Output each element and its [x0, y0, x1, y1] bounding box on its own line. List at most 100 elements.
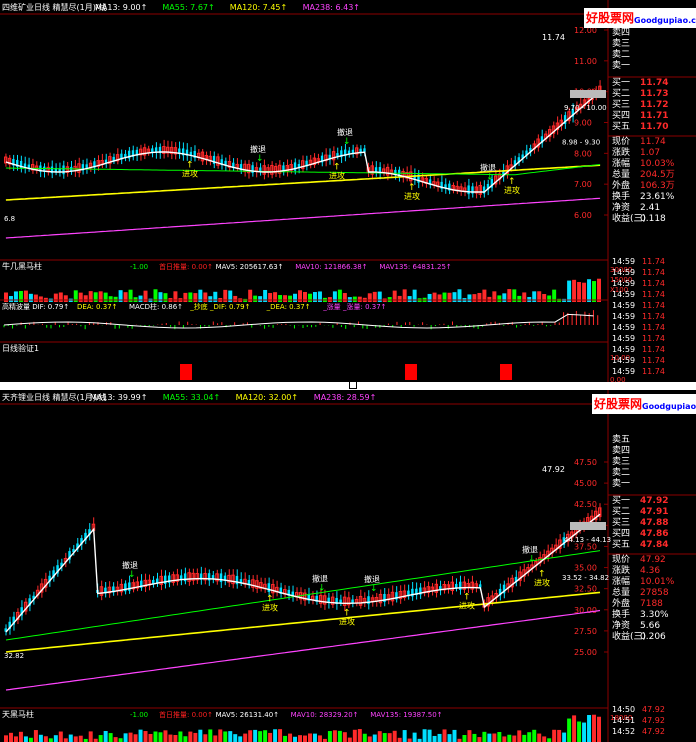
volume-bar [392, 730, 397, 742]
stat-value: 10.03% [640, 159, 675, 169]
price-tick-label: 25.00 [574, 648, 597, 657]
volume-bar [337, 730, 342, 742]
volume-bar [203, 292, 208, 302]
candle-down [439, 586, 442, 590]
volume-bar [432, 735, 437, 742]
volume-bar [143, 731, 148, 742]
stat-value: 10.01% [640, 577, 675, 587]
candle-down [467, 185, 470, 195]
candle-down [478, 584, 482, 588]
price-tick-label: 8.00 [574, 149, 592, 158]
entry-attack-label: 进攻 [459, 601, 475, 611]
tick-time: 14:59 [612, 290, 635, 299]
tick-time: 14:59 [612, 301, 635, 310]
ask-label: 卖四 [612, 445, 630, 456]
volume-bar [288, 295, 293, 302]
volume-bar [253, 295, 258, 302]
bid-price: 47.86 [640, 529, 668, 539]
resize-handle[interactable] [349, 381, 357, 389]
stat-label: 涨幅 [612, 575, 630, 587]
subpanel-legend-4: MAV135: 19387.50↑ [370, 711, 442, 719]
watermark-sub: Goodgupiao.com [634, 16, 696, 25]
volume-bar [477, 737, 482, 742]
tick-price: 11.74 [642, 356, 665, 365]
subpanel-legend-4: MAV135: 64831.25↑ [379, 263, 451, 271]
stat-value: 5.66 [640, 621, 660, 631]
signal-down-arrow-icon: ↓ [343, 137, 351, 147]
volume-bar [278, 295, 283, 302]
volume-bar [58, 292, 63, 302]
volume-bar [233, 295, 238, 302]
volume-bar [103, 292, 108, 302]
volume-bar [582, 282, 587, 302]
stat-label: 涨幅 [612, 157, 630, 169]
bottom-chart-canvas[interactable]: 天齐锂业日线 精慧尽(1月)/线MA13: 39.99↑ MA55: 33.04↑… [0, 390, 696, 742]
volume-bar [228, 731, 233, 742]
volume-bar [258, 731, 263, 742]
volume-bar [397, 295, 402, 302]
volume-bar [33, 294, 38, 302]
volume-bar [507, 734, 512, 742]
volume-bar [258, 296, 263, 302]
top-chart-canvas[interactable]: 四维矿业日线 精慧尽(1月)/线MA13: 9.00↑ MA55: 7.67↑ MA… [0, 0, 696, 382]
top-chart-panel[interactable]: 四维矿业日线 精慧尽(1月)/线 MA13: 9.00↑ MA55: 7.67↑ MA… [0, 0, 696, 382]
stat-value: 27858 [640, 588, 669, 598]
stat-value: 11.74 [640, 137, 666, 147]
volume-bar [138, 729, 143, 742]
candle-down [336, 153, 339, 157]
tick-price: 47.92 [642, 716, 665, 725]
stat-label: 总量 [612, 586, 630, 598]
volume-bar [452, 729, 457, 742]
volume-bar [402, 730, 407, 742]
volume-bar [312, 733, 317, 742]
volume-bar [148, 733, 153, 742]
volume-bar [288, 733, 293, 742]
candle-down [363, 148, 366, 153]
volume-bar [497, 295, 502, 302]
volume-bar [283, 295, 288, 302]
subpanel-legend-0: 高精波量 DIF: 0.79↑ [2, 302, 69, 311]
price-tick-label: 47.50 [574, 458, 597, 467]
stat-label: 现价 [612, 554, 630, 565]
volume-bar [387, 733, 392, 742]
volume-bar [58, 731, 63, 742]
high-price-label: 11.74 [542, 33, 565, 42]
stat-value: 0.206 [640, 632, 666, 642]
candle-down [62, 165, 65, 175]
ma-legend-3: MA238: 6.43↑ [303, 3, 360, 12]
volume-bar [512, 735, 517, 742]
dif-line [3, 313, 594, 329]
stat-value: 1.07 [640, 148, 660, 158]
subpanel-legend-2: MAV5: 205617.63↑ [216, 263, 284, 271]
volume-bar [587, 279, 592, 302]
volume-bar [4, 735, 8, 742]
bid-label: 买二 [612, 506, 630, 517]
tick-price: 11.74 [642, 345, 665, 354]
volume-bar [83, 295, 88, 302]
subpanel-legend-6: _涨量 [322, 302, 341, 311]
volume-bar [103, 730, 108, 742]
volume-bar [397, 737, 402, 742]
entry-attack-label: 进攻 [262, 603, 278, 613]
volume-bar [23, 736, 28, 742]
volume-bar [477, 292, 482, 302]
volume-bar [68, 734, 73, 742]
volume-bar [547, 295, 552, 302]
bid-label: 买四 [612, 528, 630, 539]
price-range-2-label: 8.98 - 9.30 [562, 139, 600, 147]
volume-bar [108, 296, 113, 302]
subpanel-legend-4: _DIF: 0.79↑ [209, 303, 250, 311]
ask-label: 卖一 [612, 478, 630, 489]
ask-label: 卖五 [612, 434, 630, 445]
volume-bar [123, 292, 128, 302]
signal-retreat-label: 撤退 [337, 127, 353, 137]
bottom-chart-panel[interactable]: 天齐锂业日线 精慧尽(1月)/线 MA13: 39.99↑ MA55: 33.04↑… [0, 390, 696, 742]
volume-bar [63, 295, 68, 302]
volume-bar [562, 732, 567, 742]
tick-time: 14:59 [612, 367, 635, 376]
stat-value: 106.3万 [640, 181, 675, 191]
ma-legend-1: MA55: 33.04↑ [163, 393, 220, 402]
volume-bar [63, 738, 68, 742]
volume-bar [497, 731, 502, 742]
price-tick-label: 45.00 [574, 479, 597, 488]
